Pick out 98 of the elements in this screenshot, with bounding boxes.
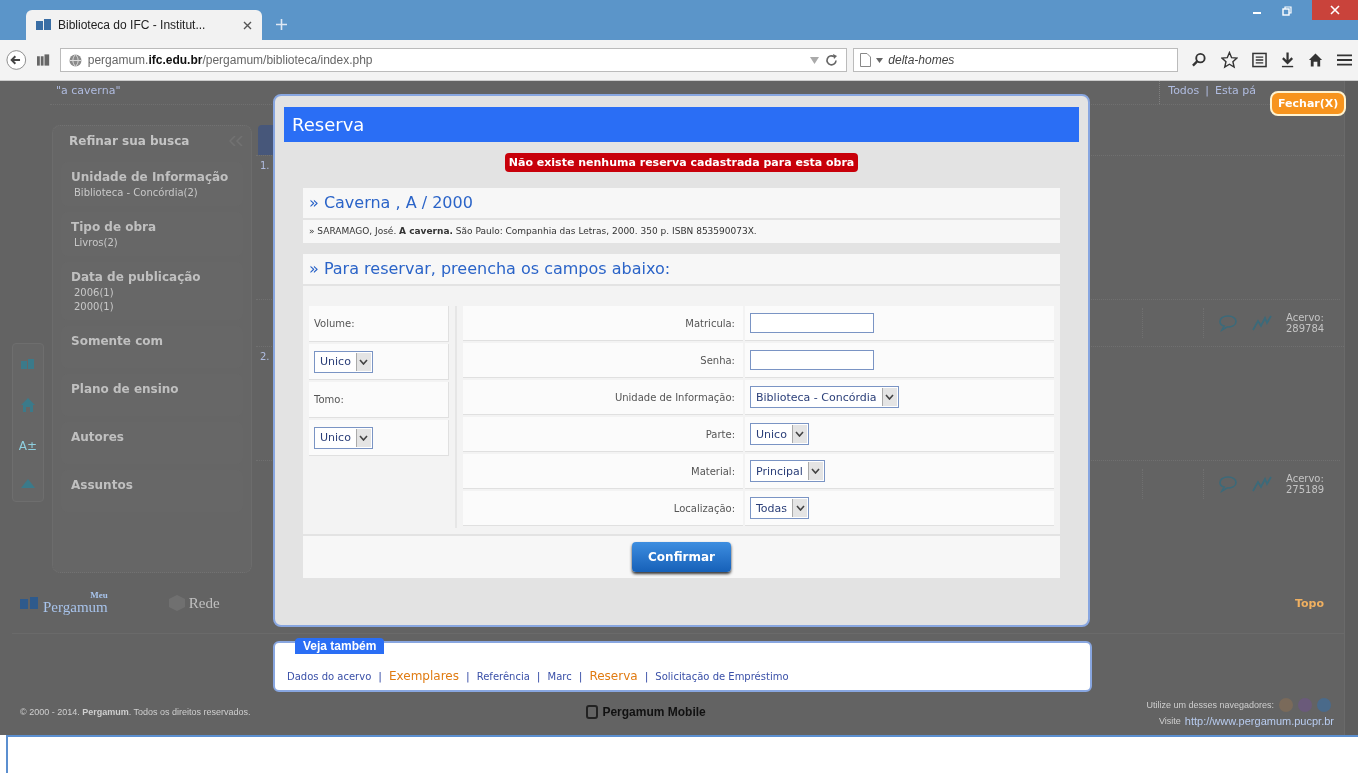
- field-label: Localização:: [463, 491, 743, 526]
- separator: |: [466, 670, 470, 683]
- citation-text: » SARAMAGO, José. A caverna. São Paulo: Companhia das Letras, 2000. 350 p. ISBN 853590073X.: [303, 220, 1060, 245]
- close-window-button[interactable]: [1312, 0, 1358, 20]
- scope-link[interactable]: Esta pá: [1215, 84, 1256, 101]
- work-title: » Caverna , A / 2000: [303, 188, 1060, 220]
- see-also-link[interactable]: Reserva: [589, 669, 638, 683]
- dropdown[interactable]: Biblioteca - Concórdia: [750, 386, 899, 408]
- separator: |: [536, 670, 541, 683]
- separator: |: [1205, 84, 1210, 99]
- dialog-title: Reserva: [284, 107, 1079, 142]
- filter-title: Refinar sua busca: [69, 134, 190, 148]
- filter-heading[interactable]: Autores: [71, 430, 233, 444]
- dropdown-icon: [359, 434, 369, 441]
- partner-logo: Meu Pergamum: [20, 591, 108, 615]
- dropdown-icon: [795, 505, 805, 511]
- filter-heading[interactable]: Somente com: [71, 334, 233, 348]
- see-also-link[interactable]: Marc: [547, 671, 572, 682]
- star-icon[interactable]: [1221, 51, 1238, 69]
- input-field[interactable]: [750, 350, 874, 370]
- reading-list-icon[interactable]: [1251, 52, 1267, 68]
- dropdown[interactable]: Unico: [314, 350, 373, 373]
- filter-option[interactable]: 2006(1): [71, 287, 233, 298]
- acervo-number: 289784: [1286, 323, 1326, 334]
- scrollbar[interactable]: [1344, 81, 1358, 735]
- page-icon: [860, 53, 872, 67]
- see-also-title: Veja também: [295, 638, 385, 654]
- dropdown[interactable]: Todas: [750, 497, 810, 519]
- result-number: 1.: [260, 160, 270, 172]
- search-field[interactable]: delta-homes: [853, 48, 1179, 72]
- form-heading: » Para reservar, preencha os campos abaixo:: [303, 254, 1060, 286]
- search-icon[interactable]: [1192, 52, 1208, 68]
- dropdown-icon: [876, 57, 884, 63]
- search-query: "a caverna": [55, 83, 122, 99]
- field-label: Unidade de Informação:: [463, 380, 743, 415]
- dropdown-icon: [811, 468, 821, 474]
- restore-icon[interactable]: [1282, 6, 1292, 16]
- library-icon[interactable]: [36, 54, 50, 66]
- books-icon: [20, 596, 40, 610]
- copyright-text: © 2000 - 2014. Pergamum. Todos os direitos reservados.: [20, 707, 252, 717]
- new-tab-icon[interactable]: [276, 19, 287, 30]
- dropdown-icon: [885, 394, 895, 400]
- separator: |: [378, 670, 382, 683]
- filter-option[interactable]: Biblioteca - Concórdia(2): [71, 187, 233, 198]
- filter-option[interactable]: 2000(1): [71, 301, 233, 312]
- see-also-link[interactable]: Dados do acervo: [287, 671, 372, 682]
- phone-icon: [586, 705, 599, 719]
- filter-heading[interactable]: Data de publicação: [71, 270, 233, 284]
- field-label: Volume:: [309, 306, 449, 342]
- address-field[interactable]: pergamum.ifc.edu.br/pergamum/biblioteca/index.php: [59, 48, 848, 72]
- partner-logo: Rede: [167, 594, 220, 612]
- back-icon[interactable]: [6, 49, 27, 71]
- menu-icon[interactable]: [1337, 53, 1353, 67]
- home-icon[interactable]: [1308, 52, 1324, 68]
- browser-tab[interactable]: Biblioteca do IFC - Institut...: [26, 10, 262, 40]
- scope-link[interactable]: Todos: [1168, 84, 1200, 101]
- acervo-label: Acervo:: [1286, 473, 1325, 484]
- dropdown[interactable]: Unico: [750, 423, 809, 445]
- see-also-link[interactable]: Exemplares: [389, 669, 459, 683]
- filter-option[interactable]: Livros(2): [71, 237, 233, 248]
- acervo-number: 275189: [1286, 484, 1326, 495]
- field-label: Matricula:: [463, 306, 743, 341]
- dropdown-icon: [359, 358, 369, 365]
- confirm-button[interactable]: Confirmar: [632, 542, 731, 572]
- input-field[interactable]: [750, 313, 874, 333]
- error-message: Não existe nenhuma reserva cadastrada para esta obra: [504, 153, 859, 172]
- books-icon: [36, 19, 52, 31]
- close-icon: [1330, 5, 1340, 15]
- field-label: Tomo:: [309, 382, 449, 418]
- reload-icon[interactable]: [825, 53, 839, 67]
- filter-heading[interactable]: Tipo de obra: [71, 220, 233, 234]
- font-size-button[interactable]: A±: [18, 439, 38, 453]
- dropdown[interactable]: Unico: [314, 426, 373, 449]
- filter-heading[interactable]: Assuntos: [71, 478, 233, 492]
- dropdown-icon: [810, 56, 820, 64]
- filter-heading[interactable]: Unidade de Informação: [71, 170, 233, 184]
- separator: |: [644, 670, 649, 683]
- result-number: 2.: [260, 351, 270, 363]
- top-link[interactable]: Topo: [1294, 596, 1324, 610]
- visit-label: Visite: [1158, 716, 1181, 726]
- see-also-link[interactable]: Referência: [476, 671, 530, 682]
- mobile-link[interactable]: Pergamum Mobile: [586, 705, 1147, 719]
- dropdown[interactable]: Principal: [750, 460, 825, 482]
- browsers-note: Utilize um desses navegadores:: [1146, 700, 1274, 710]
- field-label: Material:: [463, 454, 743, 489]
- close-button[interactable]: Fechar(X): [1270, 91, 1347, 116]
- website-link[interactable]: http://www.pergamum.pucpr.br: [1184, 715, 1334, 727]
- browser-logos-icon: [1278, 697, 1334, 713]
- field-label: Parte:: [463, 417, 743, 452]
- see-also-link[interactable]: Solicitação de Empréstimo: [655, 671, 789, 682]
- close-icon[interactable]: [243, 20, 252, 30]
- acervo-label: Acervo:: [1286, 312, 1325, 323]
- download-icon[interactable]: [1280, 52, 1295, 68]
- dropdown-icon: [795, 431, 805, 437]
- filter-heading[interactable]: Plano de ensino: [71, 382, 233, 396]
- globe-icon: [68, 53, 82, 67]
- field-label: Senha:: [463, 343, 743, 378]
- separator: |: [578, 670, 583, 683]
